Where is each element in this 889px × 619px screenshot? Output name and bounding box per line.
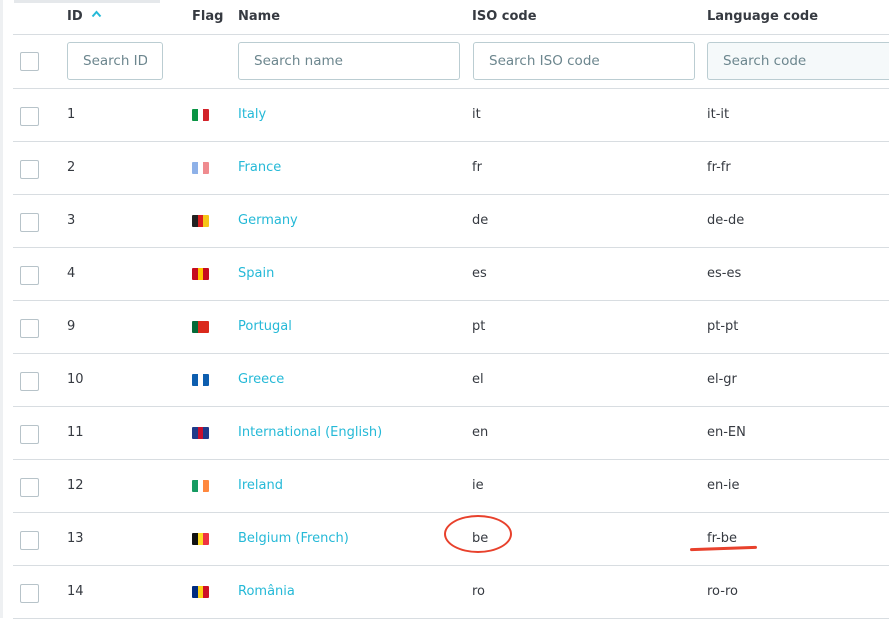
row-name-link[interactable]: Ireland [238,478,283,494]
row-iso-code: fr [472,160,482,175]
row-language-code: es-es [707,266,742,281]
row-name-link[interactable]: International (English) [238,425,382,441]
row-name-link[interactable]: Greece [238,372,284,388]
row-id: 14 [67,584,84,599]
table-row[interactable]: 10 Greece el el-gr [0,354,889,407]
flag-icon [192,480,209,492]
row-id: 13 [67,531,84,546]
table-row[interactable]: 12 Ireland ie en-ie [0,460,889,513]
row-iso-code: es [472,266,487,281]
row-id: 9 [67,319,76,334]
select-all-checkbox[interactable] [20,52,39,71]
flag-icon [192,586,209,598]
table-row[interactable]: 14 România ro ro-ro [0,566,889,619]
table-row[interactable]: 2 France fr fr-fr [0,142,889,195]
row-name-link[interactable]: Germany [238,213,298,229]
row-id: 4 [67,266,76,281]
row-checkbox[interactable] [20,425,39,444]
row-iso-code: ie [472,478,484,493]
flag-icon [192,374,209,386]
flag-icon [192,533,209,545]
table-header: ID Flag Name ISO code Language code [0,0,889,34]
row-language-code: en-EN [707,425,746,440]
row-iso-code: ro [472,584,486,599]
flag-icon [192,162,209,174]
row-language-code: ro-ro [707,584,738,599]
row-name-link[interactable]: France [238,160,281,176]
row-language-code: pt-pt [707,319,739,334]
row-checkbox[interactable] [20,478,39,497]
table-row[interactable]: 3 Germany de de-de [0,195,889,248]
row-name-link[interactable]: România [238,584,295,600]
row-id: 3 [67,213,76,228]
flag-icon [192,321,209,333]
sort-ascending-icon[interactable] [91,10,102,18]
search-id-input[interactable] [67,42,163,80]
flag-icon [192,215,209,227]
row-checkbox[interactable] [20,213,39,232]
header-id[interactable]: ID [67,9,83,24]
row-iso-code: de [472,213,489,228]
row-iso-code: el [472,372,484,387]
row-checkbox[interactable] [20,160,39,179]
row-language-code: fr-fr [707,160,731,175]
search-language-code-input[interactable] [707,42,889,80]
row-name-link[interactable]: Spain [238,266,274,282]
table-row[interactable]: 1 Italy it it-it [0,89,889,142]
row-checkbox[interactable] [20,107,39,126]
row-id: 12 [67,478,84,493]
table-row[interactable]: 4 Spain es es-es [0,248,889,301]
row-language-code: fr-be [707,531,738,546]
row-language-code: it-it [707,107,730,122]
row-id: 10 [67,372,84,387]
row-id: 1 [67,107,76,122]
row-language-code: en-ie [707,478,740,493]
flag-icon [192,268,209,280]
header-name[interactable]: Name [238,9,280,24]
row-checkbox[interactable] [20,584,39,603]
flag-icon [192,427,209,439]
row-name-link[interactable]: Portugal [238,319,292,335]
table-row[interactable]: 9 Portugal pt pt-pt [0,301,889,354]
row-iso-code: en [472,425,489,440]
row-checkbox[interactable] [20,372,39,391]
annotation-circle [444,515,512,553]
row-checkbox[interactable] [20,319,39,338]
row-name-link[interactable]: Belgium (French) [238,531,349,547]
header-iso[interactable]: ISO code [472,9,537,24]
row-name-link[interactable]: Italy [238,107,266,123]
header-flag: Flag [192,9,224,24]
row-checkbox[interactable] [20,266,39,285]
row-id: 11 [67,425,84,440]
header-language-code[interactable]: Language code [707,9,818,24]
search-iso-input[interactable] [473,42,695,80]
row-iso-code: it [472,107,481,122]
row-id: 2 [67,160,76,175]
table-row[interactable]: 11 International (English) en en-EN [0,407,889,460]
flag-icon [192,109,209,121]
row-checkbox[interactable] [20,531,39,550]
row-language-code: de-de [707,213,745,228]
search-name-input[interactable] [238,42,460,80]
row-iso-code: pt [472,319,486,334]
row-language-code: el-gr [707,372,737,387]
